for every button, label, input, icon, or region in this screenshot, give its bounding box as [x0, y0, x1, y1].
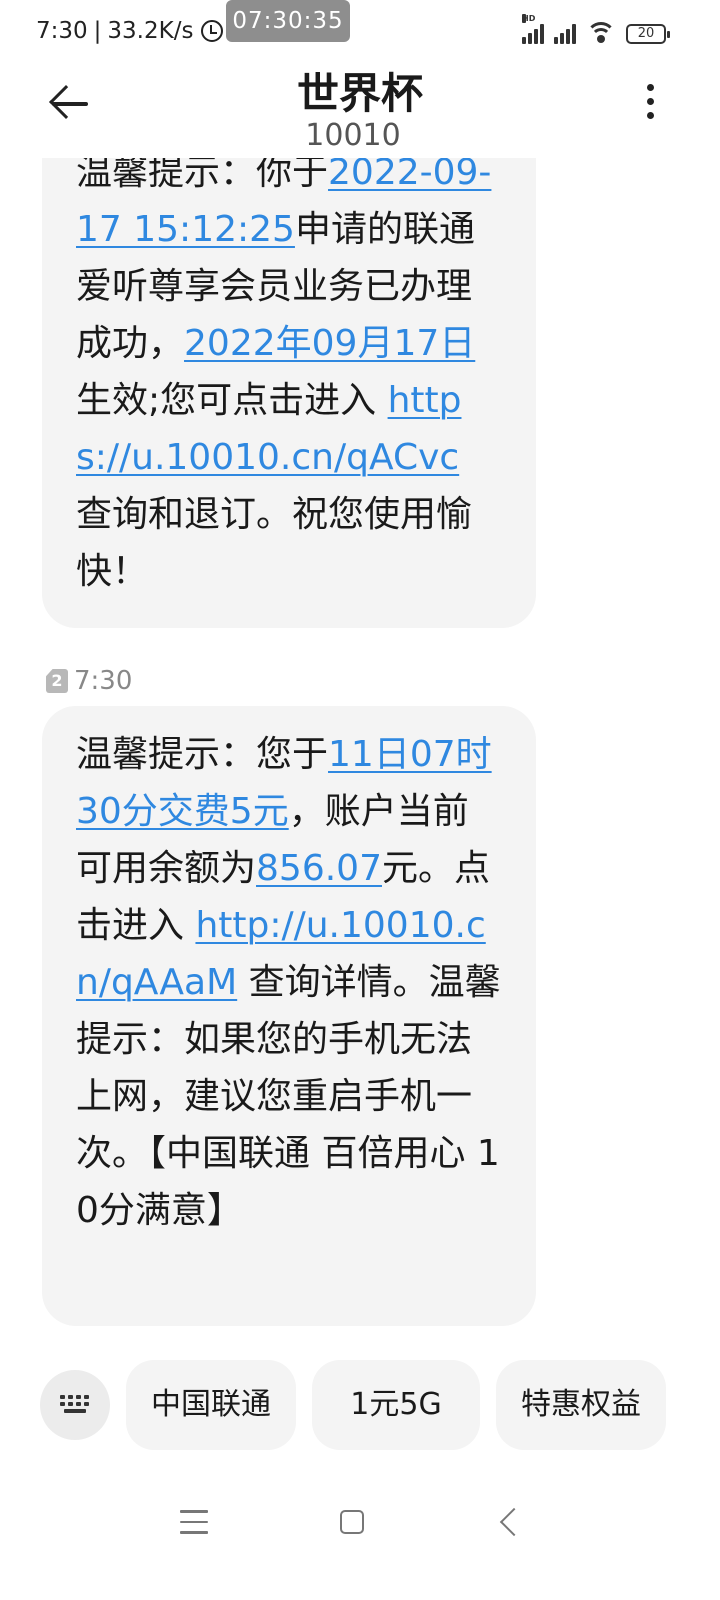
battery-level: 20	[637, 26, 655, 41]
status-bar: 7:30 | 33.2K/s 07:30:35 HD 20	[0, 0, 720, 60]
sim-card-icon: 2	[46, 669, 68, 693]
message-list[interactable]: 温馨提示：你于2022-09-17 15:12:25申请的联通爱听尊享会员业务已…	[0, 158, 720, 1342]
quick-reply-chip-offers[interactable]: 特惠权益	[496, 1360, 666, 1450]
message-bubble[interactable]: 温馨提示：你于2022-09-17 15:12:25申请的联通爱听尊享会员业务已…	[42, 158, 536, 628]
message-text: 温馨提示：您于11日07时30分交费5元，账户当前可用余额为856.07元。点击…	[76, 734, 501, 1231]
conversation-header: 世界杯 10010	[0, 54, 720, 158]
signal-icon-sim1: HD	[522, 14, 544, 44]
network-speed: 33.2K/s	[107, 18, 194, 44]
sms-conversation-screen: 7:30 | 33.2K/s 07:30:35 HD 20 世界杯 10010 …	[0, 0, 720, 1600]
home-icon[interactable]	[340, 1510, 364, 1534]
status-left: 7:30 | 33.2K/s	[36, 18, 254, 44]
message-bubble[interactable]: 温馨提示：您于11日07时30分交费5元，账户当前可用余额为856.07元。点击…	[42, 706, 536, 1326]
message-time: 7:30	[74, 666, 133, 696]
message-text-run: 查询和退订。祝您使用愉快！	[76, 494, 473, 592]
keyboard-icon	[60, 1395, 90, 1415]
contact-number: 10010	[305, 118, 401, 153]
message-link[interactable]: 2022年09月17日	[184, 323, 475, 364]
keyboard-button[interactable]	[40, 1370, 110, 1440]
message-text-run: 生效;您可点击进入	[76, 380, 388, 421]
hd-label: HD	[522, 14, 536, 23]
message-text-run: 温馨提示：你于	[76, 158, 329, 193]
alarm-icon	[201, 20, 224, 42]
back-icon[interactable]	[499, 1507, 529, 1537]
signal-icon-sim2	[554, 22, 576, 44]
message-timestamp: 2 7:30	[46, 666, 132, 696]
quick-reply-chip-5g[interactable]: 1元5G	[312, 1360, 480, 1450]
more-vertical-icon	[646, 84, 654, 91]
system-navigation-bar	[0, 1488, 720, 1568]
quick-reply-bar: 中国联通 1元5G 特惠权益	[0, 1358, 720, 1454]
status-time: 7:30	[36, 18, 88, 44]
message-text-run: 温馨提示：您于	[76, 734, 329, 775]
message-text: 温馨提示：你于2022-09-17 15:12:25申请的联通爱听尊享会员业务已…	[76, 158, 491, 592]
contact-name: 世界杯	[296, 69, 423, 118]
status-right: HD 20	[522, 14, 670, 44]
wifi-icon	[586, 22, 616, 44]
quick-reply-chip-china-unicom[interactable]: 中国联通	[126, 1360, 296, 1450]
clock-overlay: 07:30:35	[226, 0, 350, 42]
menu-icon[interactable]	[180, 1510, 208, 1534]
more-options-button[interactable]	[640, 84, 660, 128]
message-link[interactable]: 856.07	[256, 848, 382, 889]
battery-icon: 20	[626, 24, 670, 44]
